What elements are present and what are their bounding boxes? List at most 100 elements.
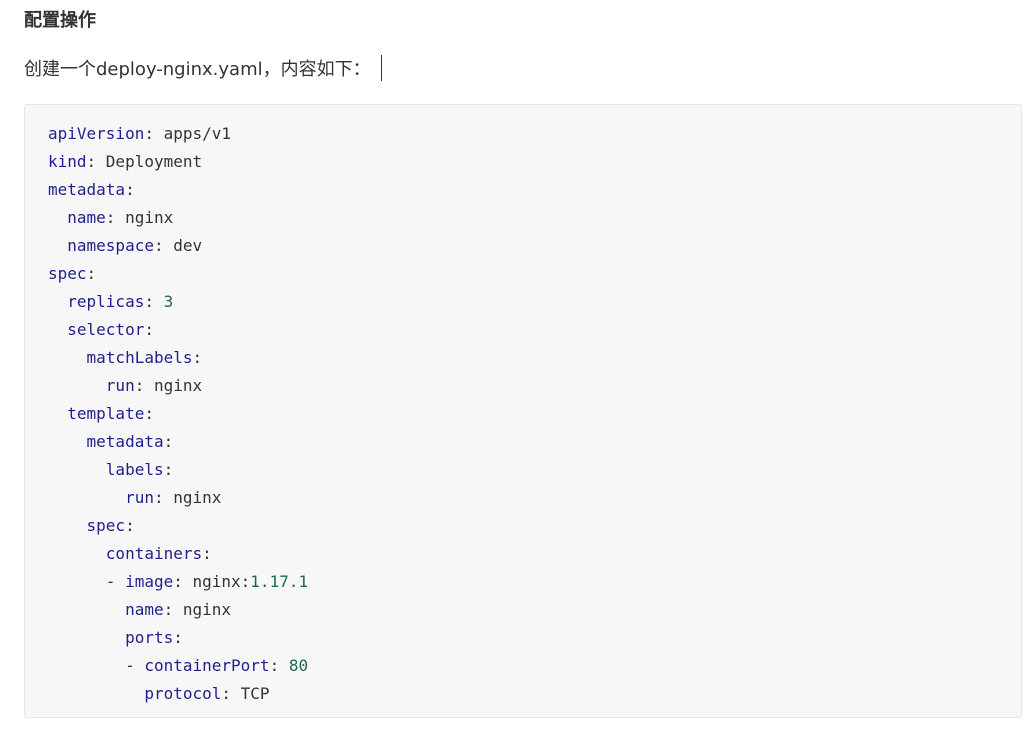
code-line: run: nginx: [48, 484, 998, 512]
code-colon: :: [192, 348, 203, 367]
code-colon: :: [144, 404, 154, 423]
code-colon: :: [86, 152, 106, 171]
code-colon: :: [144, 320, 154, 339]
code-colon: :: [153, 488, 174, 507]
code-colon: :: [163, 600, 183, 619]
code-line: spec:: [48, 260, 998, 288]
code-line: metadata:: [48, 428, 998, 456]
code-key: kind: [48, 152, 87, 171]
code-colon: :: [173, 572, 193, 591]
code-colon: :: [86, 264, 97, 283]
text-cursor: [380, 55, 382, 81]
code-value: dev: [173, 236, 203, 255]
code-list-dash: -: [105, 572, 126, 591]
code-key: image: [125, 572, 174, 591]
code-value: nginx: [182, 600, 232, 619]
code-key: metadata: [48, 180, 126, 199]
code-key: selector: [67, 320, 145, 339]
code-key: containers: [105, 544, 203, 563]
code-key: matchLabels: [86, 348, 193, 367]
code-line: name: nginx: [48, 596, 998, 624]
code-line: namespace: dev: [48, 232, 998, 260]
code-key: spec: [48, 264, 87, 283]
code-key: namespace: [67, 236, 154, 255]
code-colon: :: [202, 544, 212, 563]
code-key: labels: [105, 460, 164, 479]
code-key: run: [125, 488, 154, 507]
code-key: template: [67, 404, 145, 423]
intro-label: 创建一个deploy-nginx.yaml，内容如下：: [24, 59, 371, 80]
code-line: - containerPort: 80: [48, 652, 998, 680]
code-line: apiVersion: apps/v1: [48, 120, 998, 148]
code-list-dash: -: [125, 656, 145, 675]
code-key: spec: [86, 516, 126, 535]
code-colon: :: [269, 656, 289, 675]
code-line: run: nginx: [48, 372, 998, 400]
section-title: 配置操作: [24, 10, 96, 31]
code-line: selector:: [48, 316, 998, 344]
code-number: 80: [288, 656, 309, 675]
code-line: - image: nginx:1.17.1: [48, 568, 998, 596]
code-colon: :: [105, 208, 126, 227]
code-key: protocol: [144, 684, 222, 703]
code-line: kind: Deployment: [48, 148, 998, 176]
code-key: metadata: [86, 432, 164, 451]
code-value: nginx: [173, 488, 222, 507]
code-number: 3: [163, 292, 174, 311]
code-value: nginx: [153, 376, 203, 395]
code-line: protocol: TCP: [48, 680, 998, 708]
code-colon: :: [163, 432, 174, 451]
code-line: replicas: 3: [48, 288, 998, 316]
code-colon: :: [144, 292, 164, 311]
code-line: ports:: [48, 624, 998, 652]
code-key: run: [105, 376, 135, 395]
code-colon: :: [173, 628, 183, 647]
code-colon: :: [153, 236, 174, 255]
code-key: replicas: [67, 292, 145, 311]
code-colon: :: [221, 684, 241, 703]
code-colon: :: [125, 516, 135, 535]
intro-text[interactable]: 创建一个deploy-nginx.yaml，内容如下：: [24, 55, 382, 84]
code-number: 1.17.1: [250, 572, 309, 591]
code-line: name: nginx: [48, 204, 998, 232]
code-value: TCP: [240, 684, 270, 703]
code-block[interactable]: apiVersion: apps/v1 kind: Deployment metad…: [24, 104, 1022, 718]
code-value: Deployment: [105, 152, 203, 171]
code-key: name: [125, 600, 164, 619]
code-key: ports: [125, 628, 174, 647]
code-value: nginx: [125, 208, 174, 227]
code-line: matchLabels:: [48, 344, 998, 372]
code-key: name: [67, 208, 106, 227]
code-key: containerPort: [144, 656, 270, 675]
code-line: template:: [48, 400, 998, 428]
yaml-code: apiVersion: apps/v1 kind: Deployment metad…: [48, 120, 998, 708]
code-colon: :: [144, 124, 164, 143]
code-line: spec:: [48, 512, 998, 540]
code-line: containers:: [48, 540, 998, 568]
code-value: apps/v1: [163, 124, 232, 143]
code-colon: :: [163, 460, 174, 479]
code-line: metadata:: [48, 176, 998, 204]
code-line: labels:: [48, 456, 998, 484]
code-colon: :: [134, 376, 154, 395]
code-colon: :: [125, 180, 135, 199]
code-value: nginx:: [192, 572, 251, 591]
code-key: apiVersion: [48, 124, 145, 143]
